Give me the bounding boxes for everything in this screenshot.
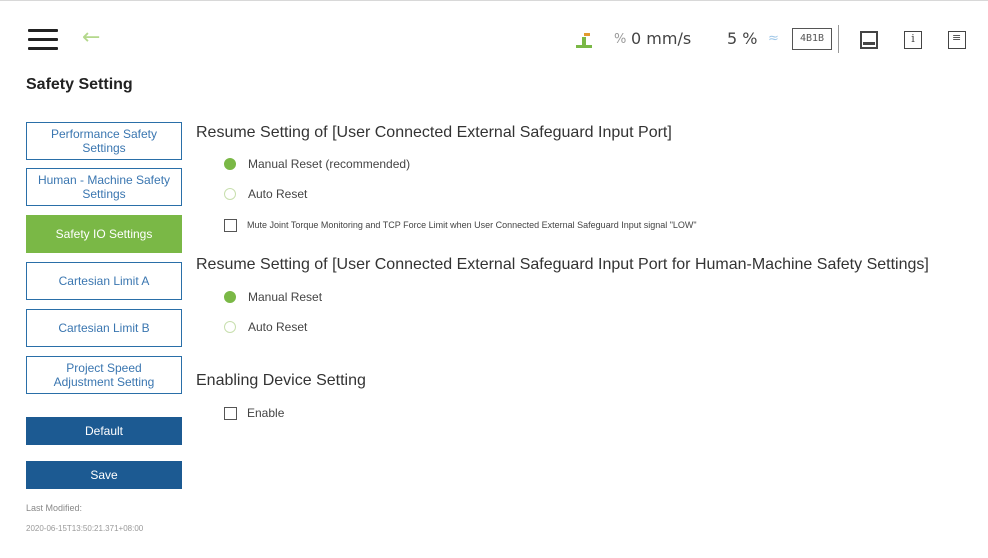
last-modified-value: 2020-06-15T13:50:21.371+08:00 — [26, 524, 144, 533]
radio-manual-reset-recommended[interactable]: Manual Reset (recommended) — [224, 155, 410, 173]
divider — [838, 25, 839, 53]
radio-auto-reset[interactable]: Auto Reset — [224, 185, 307, 203]
mute-checkbox[interactable] — [224, 218, 237, 232]
section-heading-safeguard: Resume Setting of [User Connected Extern… — [196, 124, 672, 141]
mute-checkbox-row[interactable]: Mute Joint Torque Monitoring and TCP For… — [224, 216, 697, 234]
section-heading-human-machine: Resume Setting of [User Connected Extern… — [196, 256, 929, 273]
sidebar-item-human-machine-safety[interactable]: Human - Machine Safety Settings — [26, 168, 182, 206]
enable-checkbox[interactable] — [224, 406, 237, 420]
option-label: Auto Reset — [248, 320, 308, 334]
monitor-icon[interactable] — [860, 31, 878, 49]
radio-selected-icon[interactable] — [224, 291, 236, 303]
option-label: Manual Reset — [248, 290, 323, 304]
option-label: Mute Joint Torque Monitoring and TCP For… — [247, 220, 697, 230]
sidebar-item-project-speed[interactable]: Project Speed Adjustment Setting — [26, 356, 182, 394]
sidebar-item-cartesian-limit-b[interactable]: Cartesian Limit B — [26, 309, 182, 347]
mode-badge[interactable]: 4B1B — [792, 28, 832, 50]
top-bar: ← % 0 mm/s 5 % ≈ 4B1B i — [0, 0, 988, 64]
radio-manual-reset-hm[interactable]: Manual Reset — [224, 288, 322, 306]
speed-icon: % — [614, 32, 627, 47]
sidebar-item-safety-io[interactable]: Safety IO Settings — [26, 215, 182, 253]
option-label: Auto Reset — [248, 187, 308, 201]
last-modified-label: Last Modified: — [26, 503, 83, 513]
radio-unselected-icon[interactable] — [224, 321, 236, 333]
info-icon[interactable]: i — [904, 31, 922, 49]
radio-auto-reset-hm[interactable]: Auto Reset — [224, 318, 307, 336]
back-arrow-icon[interactable]: ← — [82, 27, 108, 49]
default-button[interactable]: Default — [26, 417, 182, 445]
sidebar-item-performance-safety[interactable]: Performance Safety Settings — [26, 122, 182, 160]
page-title: Safety Setting — [26, 76, 133, 93]
option-label: Manual Reset (recommended) — [248, 157, 411, 171]
option-label: Enable — [247, 406, 285, 420]
section-heading-enabling-device: Enabling Device Setting — [196, 372, 366, 389]
enable-checkbox-row[interactable]: Enable — [224, 404, 284, 422]
percent-icon[interactable]: ≈ — [768, 31, 779, 46]
sidebar-item-cartesian-limit-a[interactable]: Cartesian Limit A — [26, 262, 182, 300]
speed-percent-value: 5 % — [727, 29, 758, 48]
hamburger-menu-icon[interactable] — [28, 29, 58, 51]
radio-unselected-icon[interactable] — [224, 188, 236, 200]
save-button[interactable]: Save — [26, 461, 182, 489]
speed-value: 0 mm/s — [631, 29, 692, 48]
log-icon[interactable] — [948, 31, 966, 49]
robot-status-icon — [576, 33, 592, 48]
radio-selected-icon[interactable] — [224, 158, 236, 170]
